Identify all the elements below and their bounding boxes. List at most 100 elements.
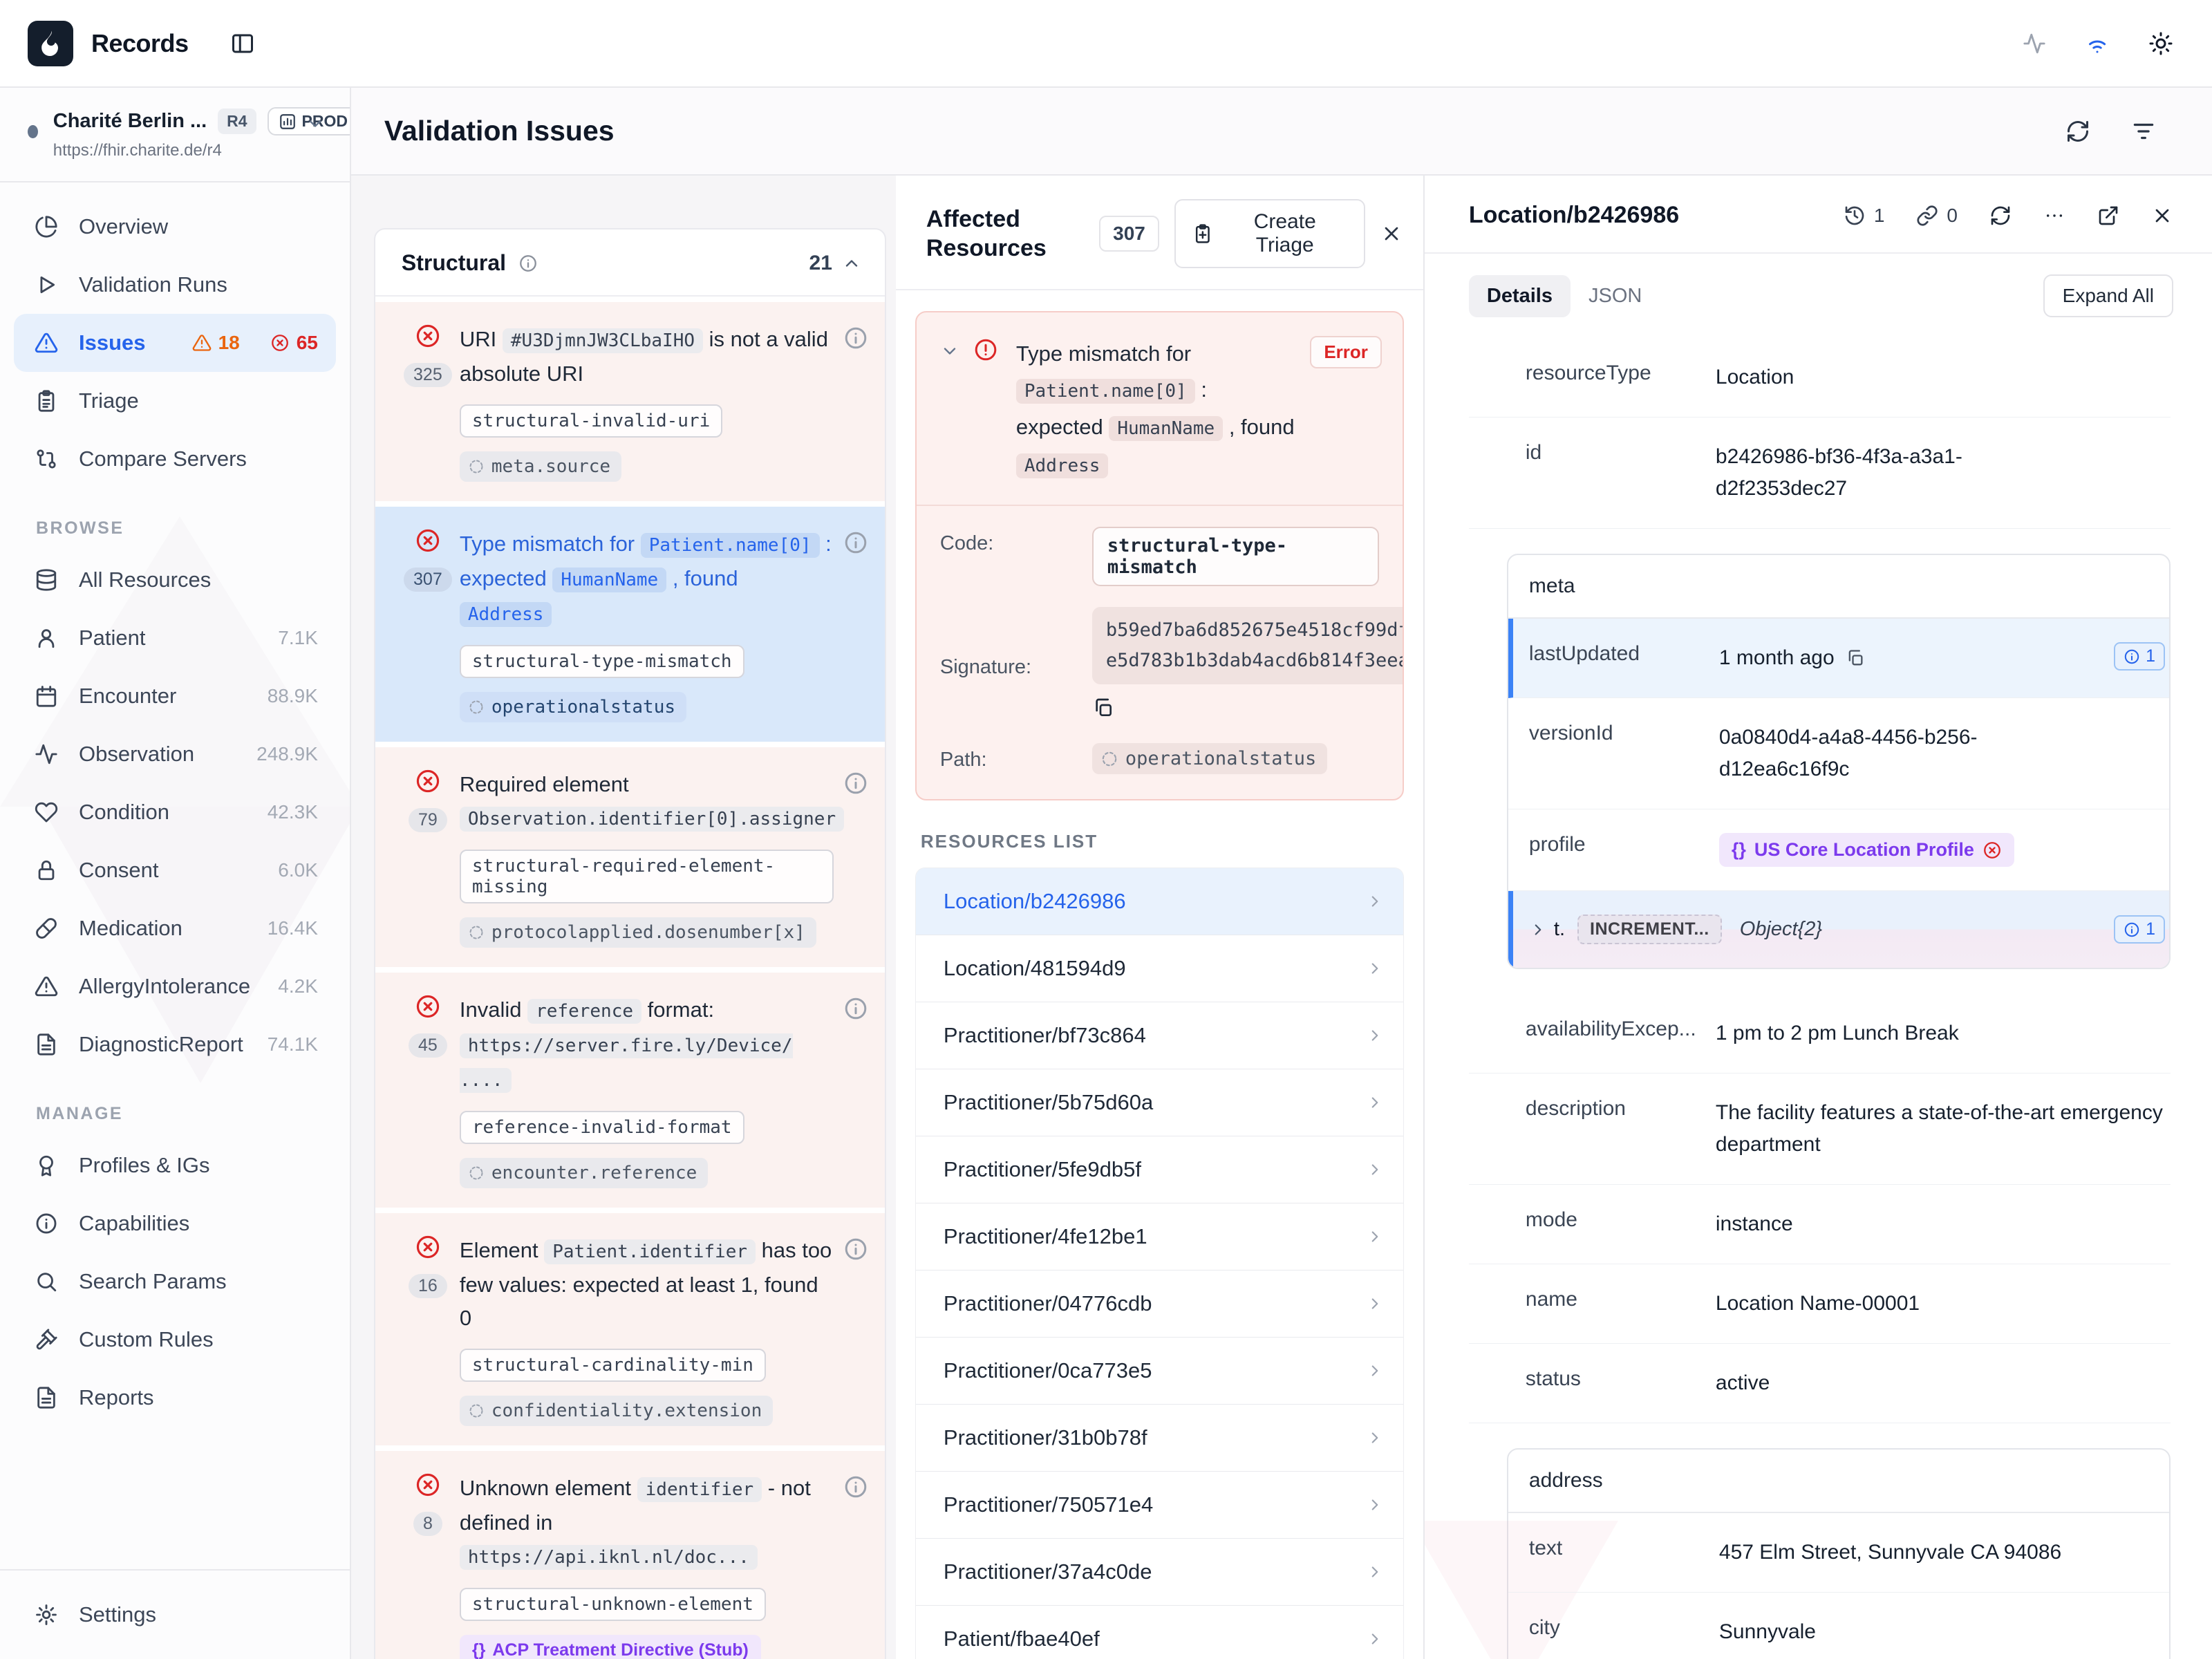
issue-card[interactable]: 325 URI #U3DjmnJW3CLbaIHO is not a valid…	[375, 302, 885, 501]
profile-chip[interactable]: {}ACP Treatment Directive (Stub)	[460, 1635, 761, 1659]
info-icon[interactable]	[843, 1234, 868, 1426]
info-icon[interactable]	[843, 527, 868, 722]
sidebar-item-triage[interactable]: Triage	[14, 372, 336, 430]
sidebar-item-profiles-igs[interactable]: Profiles & IGs	[14, 1136, 336, 1194]
issues-column: Structural 21 325 URI #U3DjmnJW3CLbaIHO …	[351, 176, 896, 1659]
meta-group: meta lastUpdated 1 month ago 1 versionId…	[1507, 554, 2171, 969]
theme-sun-icon[interactable]	[2148, 31, 2173, 56]
sidebar-item-diagnosticreport[interactable]: DiagnosticReport74.1K	[14, 1015, 336, 1074]
chevron-up-icon[interactable]	[842, 254, 861, 273]
chevron-down-icon[interactable]	[940, 341, 959, 484]
issue-count-badge[interactable]: 1	[2114, 642, 2165, 671]
sidebar-item-patient[interactable]: Patient7.1K	[14, 609, 336, 667]
activity-icon[interactable]	[2023, 32, 2046, 55]
sidebar-item-capabilities[interactable]: Capabilities	[14, 1194, 336, 1253]
expand-all-button[interactable]: Expand All	[2043, 274, 2173, 317]
target-icon	[468, 924, 485, 941]
sidebar-item-allergyintolerance[interactable]: AllergyIntolerance4.2K	[14, 957, 336, 1015]
rule-chip[interactable]: structural-cardinality-min	[460, 1349, 766, 1382]
extension-tag-chip[interactable]: INCREMENT...	[1577, 915, 1722, 944]
info-icon[interactable]	[843, 993, 868, 1188]
rule-chip[interactable]: structural-unknown-element	[460, 1588, 766, 1621]
path-chip[interactable]: protocolapplied.dosenumber[x]	[460, 917, 816, 948]
filter-icon[interactable]	[2130, 118, 2157, 144]
links-button[interactable]: 0	[1916, 205, 1958, 227]
tab-json[interactable]: JSON	[1571, 275, 1660, 317]
copy-icon[interactable]	[1846, 648, 1865, 668]
resource-list-item[interactable]: Practitioner/bf73c864	[916, 1002, 1403, 1069]
info-icon[interactable]	[843, 1472, 868, 1659]
issue-count-badge[interactable]: 1	[2114, 915, 2165, 944]
server-status-dot	[28, 125, 38, 138]
field-row-extension[interactable]: t. INCREMENT... Object{2} 1	[1508, 891, 2169, 968]
issue-card[interactable]: 16 Element Patient.identifier has too fe…	[375, 1213, 885, 1445]
close-icon[interactable]	[1380, 223, 1403, 245]
info-icon[interactable]	[843, 768, 868, 948]
meta-group-label[interactable]: meta	[1508, 555, 2169, 619]
resource-list-item[interactable]: Patient/fbae40ef	[916, 1606, 1403, 1659]
field-row-lastupdated[interactable]: lastUpdated 1 month ago 1	[1508, 619, 2169, 698]
resource-list-item[interactable]: Practitioner/0ca773e5	[916, 1338, 1403, 1405]
structural-panel-header[interactable]: Structural 21	[375, 229, 885, 297]
rule-chip[interactable]: structural-type-mismatch	[460, 645, 744, 678]
sidebar-item-settings[interactable]: Settings	[14, 1586, 336, 1644]
tab-details[interactable]: Details	[1469, 275, 1571, 317]
chevron-right-icon[interactable]	[1529, 921, 1547, 939]
sidebar-item-search-params[interactable]: Search Params	[14, 1253, 336, 1311]
close-icon[interactable]	[2151, 205, 2173, 227]
issue-card-selected[interactable]: 307 Type mismatch for Patient.name[0] : …	[375, 507, 885, 742]
rule-chip[interactable]: structural-invalid-uri	[460, 404, 722, 438]
chevron-right-icon	[1366, 1228, 1384, 1246]
create-triage-button[interactable]: Create Triage	[1174, 199, 1365, 268]
info-icon	[2124, 648, 2140, 665]
resource-list-item[interactable]: Location/b2426986	[916, 868, 1403, 935]
copy-icon[interactable]	[1092, 697, 1114, 719]
path-chip[interactable]: meta.source	[460, 451, 621, 482]
chevron-down-icon[interactable]	[306, 114, 325, 133]
resource-list-item[interactable]: Location/481594d9	[916, 935, 1403, 1002]
sidebar-item-validation-runs[interactable]: Validation Runs	[14, 256, 336, 314]
resource-list-item[interactable]: Practitioner/4fe12be1	[916, 1203, 1403, 1271]
path-chip[interactable]: confidentiality.extension	[460, 1396, 773, 1426]
refresh-icon[interactable]	[2065, 119, 2090, 144]
resource-list-item[interactable]: Practitioner/750571e4	[916, 1472, 1403, 1539]
sidebar-item-issues[interactable]: Issues 18 65	[14, 314, 336, 372]
address-group-label[interactable]: address	[1508, 1450, 2169, 1513]
sidebar-item-medication[interactable]: Medication16.4K	[14, 899, 336, 957]
refresh-icon[interactable]	[1989, 205, 2012, 227]
resource-list-item[interactable]: Practitioner/04776cdb	[916, 1271, 1403, 1338]
issue-card[interactable]: 45 Invalid reference format: https://ser…	[375, 973, 885, 1208]
sidebar-item-custom-rules[interactable]: Custom Rules	[14, 1311, 336, 1369]
history-button[interactable]: 1	[1844, 205, 1885, 227]
sidebar-item-all-resources[interactable]: All Resources	[14, 551, 336, 609]
sidebar-toggle-icon[interactable]	[230, 31, 255, 56]
path-chip[interactable]: operationalstatus	[1092, 743, 1327, 774]
resource-list-item[interactable]: Practitioner/37a4c0de	[916, 1539, 1403, 1606]
resource-list-item[interactable]: Practitioner/5b75d60a	[916, 1069, 1403, 1136]
sidebar-item-observation[interactable]: Observation248.9K	[14, 725, 336, 783]
path-chip[interactable]: encounter.reference	[460, 1158, 708, 1188]
sidebar-item-reports[interactable]: Reports	[14, 1369, 336, 1427]
alert-circle-icon	[973, 337, 998, 484]
more-options-icon[interactable]	[2043, 205, 2065, 227]
sidebar-item-consent[interactable]: Consent6.0K	[14, 841, 336, 899]
issue-card[interactable]: 8 Unknown element identifier - not defin…	[375, 1451, 885, 1659]
path-chip[interactable]: operationalstatus	[460, 692, 686, 722]
profile-chip[interactable]: {}US Core Location Profile	[1719, 833, 2014, 867]
sidebar-item-overview[interactable]: Overview	[14, 198, 336, 256]
server-selector[interactable]: Charité Berlin ... R4 PROD https://fhir.…	[0, 88, 350, 182]
rule-chip[interactable]: structural-required-element-missing	[460, 850, 834, 903]
info-icon[interactable]	[843, 323, 868, 482]
info-icon[interactable]	[518, 254, 538, 273]
sidebar-item-encounter[interactable]: Encounter88.9K	[14, 667, 336, 725]
sidebar-item-condition[interactable]: Condition42.3K	[14, 783, 336, 841]
wifi-icon[interactable]	[2085, 31, 2110, 56]
issue-card[interactable]: 79 Required element Observation.identifi…	[375, 747, 885, 967]
open-external-icon[interactable]	[2097, 205, 2119, 227]
code-chip[interactable]: structural-type-mismatch	[1092, 527, 1379, 586]
resource-list-item[interactable]: Practitioner/5fe9db5f	[916, 1136, 1403, 1203]
resource-list-item[interactable]: Practitioner/31b0b78f	[916, 1405, 1403, 1472]
remove-profile-icon[interactable]	[1983, 841, 2002, 860]
sidebar-item-compare-servers[interactable]: Compare Servers	[14, 430, 336, 488]
rule-chip[interactable]: reference-invalid-format	[460, 1111, 744, 1144]
